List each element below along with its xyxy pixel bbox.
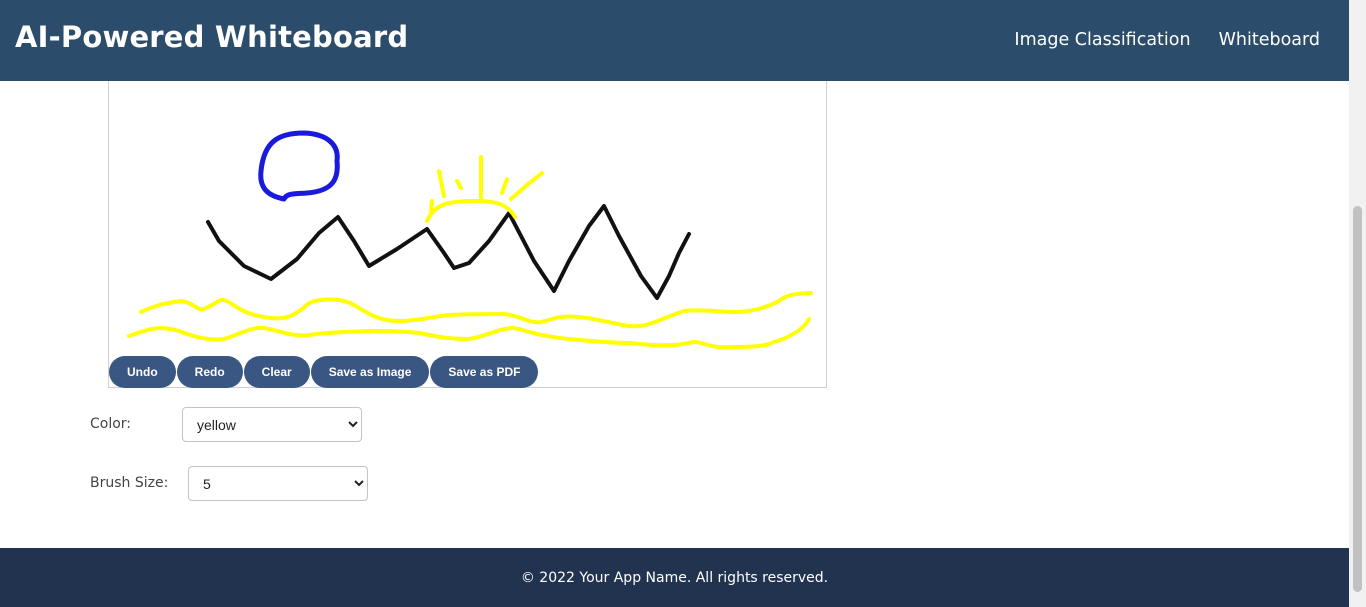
yellow-sun-stroke xyxy=(425,198,517,223)
whiteboard-canvas[interactable] xyxy=(108,81,827,388)
page-scrollbar[interactable] xyxy=(1349,0,1366,607)
blue-stroke xyxy=(258,130,340,202)
canvas-toolbar: Undo Redo Clear Save as Image Save as PD… xyxy=(109,356,539,388)
yellow-wave-lower xyxy=(127,317,811,350)
clear-button[interactable]: Clear xyxy=(243,356,310,388)
app-title: AI-Powered Whiteboard xyxy=(15,20,409,54)
black-stroke xyxy=(206,204,691,300)
main-nav: Image Classification Whiteboard xyxy=(1014,30,1320,50)
footer-copyright: © 2022 Your App Name. All rights reserve… xyxy=(520,569,829,586)
save-as-image-button[interactable]: Save as Image xyxy=(310,356,430,388)
color-select[interactable]: yellow xyxy=(182,407,362,442)
undo-button[interactable]: Undo xyxy=(109,356,176,388)
brush-size-label: Brush Size: xyxy=(90,475,169,491)
scrollbar-thumb[interactable] xyxy=(1353,206,1362,592)
drawing-layer xyxy=(127,130,813,350)
nav-link-whiteboard[interactable]: Whiteboard xyxy=(1219,30,1320,50)
yellow-wave-upper xyxy=(139,291,813,329)
brush-size-select[interactable]: 5 xyxy=(188,466,368,501)
nav-link-image-classification[interactable]: Image Classification xyxy=(1014,30,1190,50)
app-header: AI-Powered Whiteboard Image Classificati… xyxy=(0,0,1349,81)
color-label: Color: xyxy=(90,416,132,432)
save-as-pdf-button[interactable]: Save as PDF xyxy=(430,356,539,388)
redo-button[interactable]: Redo xyxy=(176,356,243,388)
app-footer: © 2022 Your App Name. All rights reserve… xyxy=(0,548,1349,607)
